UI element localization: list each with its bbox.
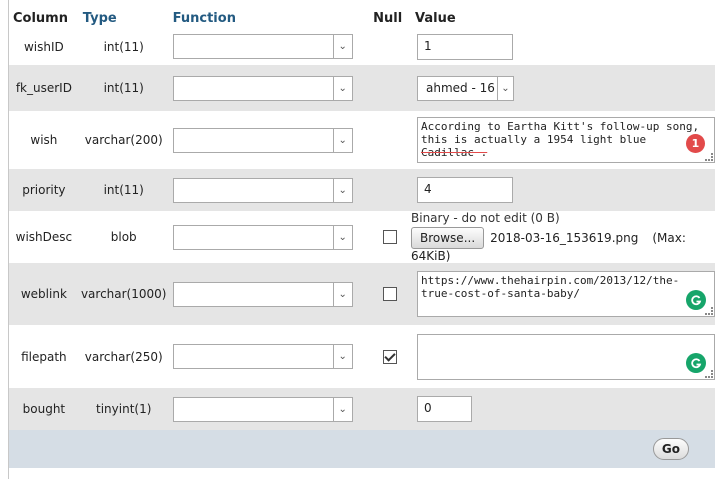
selected-filename: 2018-03-16_153619.png (490, 231, 639, 245)
chevron-down-icon: ⌄ (497, 76, 513, 100)
column-type: int(11) (103, 183, 144, 197)
field-row-wishID: wishID int(11) ⌄ 1 (9, 28, 715, 65)
field-row-priority: priority int(11) ⌄ 4 (9, 169, 715, 211)
value-input-bought[interactable]: 0 (417, 396, 472, 422)
column-type: int(11) (103, 39, 144, 54)
column-name: wishID (23, 39, 64, 54)
header-column: Column (13, 10, 68, 26)
field-row-wish: wish varchar(200) ⌄ According to Eartha … (9, 111, 715, 169)
column-type: varchar(1000) (80, 287, 167, 301)
textarea-line: According to Eartha Kitt's follow-up son… (421, 120, 700, 133)
function-select[interactable]: ⌄ (172, 344, 353, 369)
foreign-key-value: ahmed - 16 (426, 80, 495, 95)
null-checkbox-weblink[interactable] (383, 287, 398, 302)
function-select[interactable]: ⌄ (172, 281, 353, 307)
chevron-down-icon: ⌄ (332, 35, 352, 58)
chevron-down-icon: ⌄ (332, 345, 352, 368)
resize-grip-icon[interactable] (705, 307, 713, 315)
null-cell (369, 28, 411, 65)
null-cell (369, 388, 411, 430)
null-checkbox-filepath[interactable] (383, 349, 398, 364)
column-type: int(11) (103, 81, 144, 95)
field-row-weblink: weblink varchar(1000) ⌄ https://www.theh… (9, 263, 715, 325)
resize-grip-icon[interactable] (705, 153, 713, 161)
value-input-wishID[interactable]: 1 (417, 33, 513, 60)
chevron-down-icon: ⌄ (332, 397, 352, 421)
browse-button[interactable]: Browse... (411, 227, 485, 249)
field-row-fk_userID: fk_userID int(11) ⌄ ahmed - 16 ⌄ (9, 65, 715, 111)
grammarly-alert-badge[interactable]: 1 (686, 134, 705, 153)
header-value: Value (415, 10, 456, 26)
go-button[interactable]: Go (652, 438, 689, 460)
column-name: wishDesc (15, 230, 73, 244)
chevron-down-icon: ⌄ (332, 178, 352, 202)
chevron-down-icon: ⌄ (332, 225, 352, 249)
function-select[interactable]: ⌄ (172, 224, 353, 250)
function-select[interactable]: ⌄ (172, 34, 353, 59)
header-function[interactable]: Function (169, 8, 369, 28)
chevron-down-icon: ⌄ (332, 282, 352, 306)
foreign-key-select[interactable]: ahmed - 16 ⌄ (417, 75, 514, 101)
column-name: bought (22, 402, 66, 416)
column-name: weblink (20, 287, 67, 301)
value-textarea-wish[interactable]: According to Eartha Kitt's follow-up son… (417, 117, 715, 163)
function-select[interactable]: ⌄ (172, 75, 353, 101)
function-select[interactable]: ⌄ (172, 177, 353, 203)
column-name: fk_userID (15, 81, 72, 95)
column-type: blob (110, 230, 137, 244)
textarea-text: https://www.thehairpin.com/2013/12/the- … (421, 274, 680, 300)
column-name: priority (22, 183, 66, 197)
binary-note: Binary - do not edit (0 B) (411, 211, 560, 225)
field-row-wishDesc: wishDesc blob ⌄ Binary - do not edit (0 … (9, 211, 715, 263)
grammarly-icon[interactable] (686, 352, 706, 373)
null-cell (369, 169, 411, 211)
function-select[interactable]: ⌄ (172, 396, 353, 422)
header-row: Column Type Function Null Value (9, 8, 715, 28)
form-footer: Go (9, 430, 715, 468)
function-select[interactable]: ⌄ (172, 127, 353, 153)
insert-row-table: Column Type Function Null Value wishID i… (9, 8, 715, 468)
field-row-filepath: filepath varchar(250) ⌄ (9, 325, 715, 388)
column-name: wish (30, 133, 58, 147)
field-row-bought: bought tinyint(1) ⌄ 0 (9, 388, 715, 430)
resize-grip-icon[interactable] (705, 369, 713, 378)
null-cell (369, 65, 411, 111)
header-type[interactable]: Type (79, 8, 169, 28)
grammarly-icon[interactable] (686, 290, 706, 310)
textarea-line-misspelled: Cadillac . (421, 146, 488, 159)
null-cell (369, 111, 411, 169)
column-type: varchar(250) (84, 349, 163, 364)
chevron-down-icon: ⌄ (332, 76, 352, 100)
header-null: Null (373, 10, 403, 26)
chevron-down-icon: ⌄ (332, 128, 352, 152)
column-name: filepath (21, 349, 67, 364)
column-type: varchar(200) (84, 133, 163, 147)
value-textarea-weblink[interactable]: https://www.thehairpin.com/2013/12/the- … (417, 271, 715, 317)
column-type: tinyint(1) (96, 402, 152, 416)
null-checkbox-wishDesc[interactable] (383, 230, 398, 245)
value-input-priority[interactable]: 4 (417, 177, 513, 203)
value-textarea-filepath[interactable] (417, 333, 715, 380)
textarea-line: this is actually a 1954 light blue (421, 133, 647, 146)
